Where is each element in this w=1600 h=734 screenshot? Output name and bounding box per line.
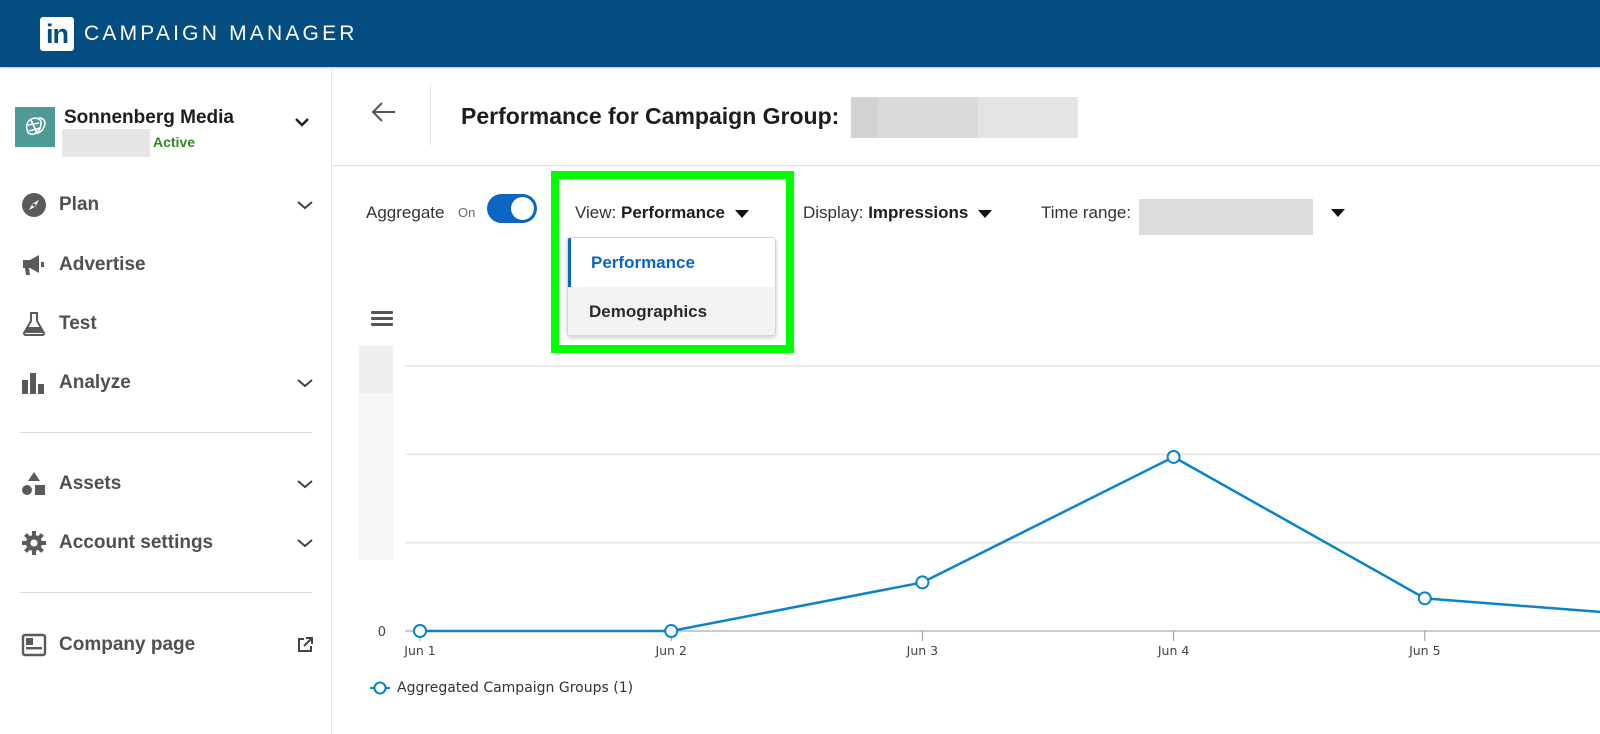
legend-label: Aggregated Campaign Groups (1) [397,680,634,696]
y-tick-label: 0 [378,625,386,640]
data-point [1166,449,1181,464]
legend-marker-icon [370,681,390,695]
x-tick-label: Jun 2 [654,643,686,658]
x-tick-label: Jun 4 [1157,643,1190,658]
data-point [915,575,930,590]
data-point [664,624,679,638]
data-point [413,624,427,638]
x-tick-label: Jun 1 [403,643,435,658]
x-tick-label: Jun 3 [906,643,938,658]
data-point [1417,591,1432,606]
line-chart: 0 Jun 1 Jun 2 Jun 3 Jun 4 Jun 5 [378,365,1600,658]
chart-legend[interactable]: Aggregated Campaign Groups (1) [370,678,633,698]
x-tick-label: Jun 5 [1408,643,1440,658]
